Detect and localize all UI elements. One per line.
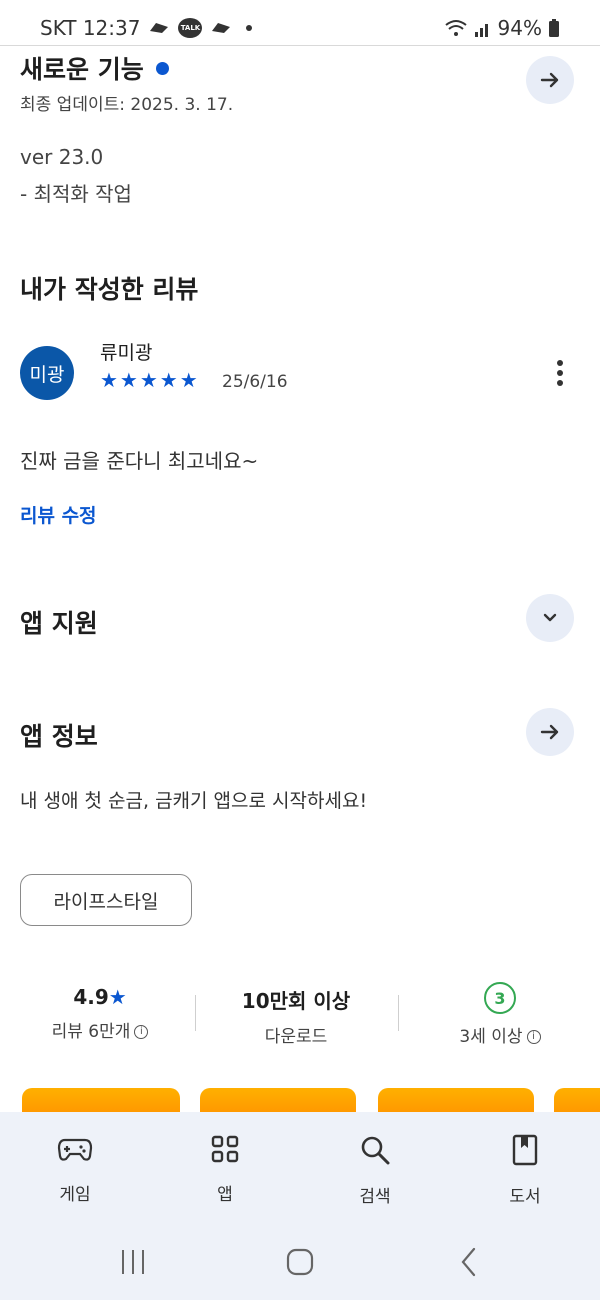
app-support-expand-button[interactable]	[526, 594, 574, 642]
system-navigation-bar	[0, 1232, 600, 1300]
age-label: 3세 이상 i	[420, 1022, 580, 1047]
notification-icon	[150, 23, 169, 33]
more-vert-icon	[557, 360, 563, 386]
nav-label-search: 검색	[359, 1187, 391, 1207]
notification-icon	[212, 23, 231, 33]
rating-value: 4.9★	[20, 985, 180, 1009]
whats-new-title-text: 새로운 기능	[20, 55, 144, 84]
nav-label-books: 도서	[509, 1187, 541, 1207]
downloads-value: 10만회 이상	[241, 989, 351, 1013]
age-rating-stat[interactable]: 3 3세 이상 i	[420, 982, 580, 1047]
my-review-title: 내가 작성한 리뷰	[20, 275, 199, 304]
downloads-stat: 10만회 이상 다운로드	[206, 985, 386, 1047]
arrow-right-icon	[540, 72, 559, 88]
wifi-icon	[444, 20, 467, 36]
battery-icon	[549, 19, 559, 37]
back-icon[interactable]	[458, 1246, 480, 1278]
carrier-time: SKT 12:37	[40, 16, 141, 40]
signal-icon	[474, 24, 488, 37]
edit-review-link[interactable]: 리뷰 수정	[20, 501, 97, 528]
app-info-arrow-button[interactable]	[526, 708, 574, 756]
review-count-text: 리뷰 6만개	[51, 1022, 131, 1042]
search-icon	[361, 1136, 390, 1165]
age-label-text: 3세 이상	[459, 1027, 523, 1047]
home-icon[interactable]	[286, 1248, 314, 1276]
status-right: 94%	[444, 16, 560, 40]
last-updated: 최종 업데이트: 2025. 3. 17.	[20, 95, 234, 115]
app-support-title: 앱 지원	[20, 609, 98, 638]
review-date: 25/6/16	[222, 372, 288, 392]
category-chip[interactable]: 라이프스타일	[20, 874, 192, 926]
recent-apps-icon[interactable]	[118, 1248, 148, 1276]
status-left: SKT 12:37 TALK	[40, 16, 253, 40]
review-text: 진짜 금을 준다니 최고네요~	[20, 449, 259, 473]
whats-new-arrow-button[interactable]	[526, 56, 574, 104]
book-icon	[512, 1134, 538, 1166]
reviewer-name: 류미광	[100, 342, 153, 364]
rating-number: 4.9	[73, 985, 109, 1009]
rating-stat[interactable]: 4.9★ 리뷰 6만개 i	[20, 985, 180, 1042]
stat-divider	[195, 995, 196, 1031]
star-icon: ★	[108, 985, 127, 1009]
info-icon: i	[134, 1025, 149, 1039]
battery-text: 94%	[497, 16, 542, 40]
more-options-button[interactable]	[548, 358, 572, 388]
chevron-down-icon	[543, 613, 557, 622]
new-indicator-dot	[155, 61, 169, 75]
review-stars: ★★★★★	[100, 368, 200, 392]
gamepad-icon	[57, 1138, 93, 1161]
app-info-title: 앱 정보	[20, 722, 98, 751]
apps-grid-icon	[211, 1135, 239, 1163]
nav-label-apps: 앱	[217, 1185, 233, 1205]
whats-new-title: 새로운 기능	[20, 50, 169, 86]
stat-divider	[398, 995, 399, 1031]
status-bar: SKT 12:37 TALK 94%	[0, 0, 600, 46]
downloads-label: 다운로드	[264, 1027, 328, 1047]
nav-item-apps[interactable]: 앱	[175, 1134, 275, 1205]
avatar: 미광	[20, 346, 74, 400]
bottom-navigation: 게임 앱 검색 도서	[0, 1112, 600, 1232]
version-text: ver 23.0	[20, 145, 104, 169]
nav-item-search[interactable]: 검색	[325, 1134, 425, 1207]
app-description: 내 생애 첫 순금, 금캐기 앱으로 시작하세요!	[20, 790, 368, 812]
update-note: - 최적화 작업	[20, 182, 132, 206]
nav-item-games[interactable]: 게임	[25, 1134, 125, 1205]
age-badge: 3	[484, 982, 516, 1014]
info-icon: i	[526, 1030, 541, 1044]
arrow-right-icon	[540, 724, 559, 740]
talk-icon: TALK	[178, 18, 203, 38]
dot-icon	[246, 25, 253, 31]
nav-item-books[interactable]: 도서	[475, 1134, 575, 1207]
nav-label-games: 게임	[59, 1185, 91, 1205]
review-count: 리뷰 6만개 i	[20, 1017, 180, 1042]
